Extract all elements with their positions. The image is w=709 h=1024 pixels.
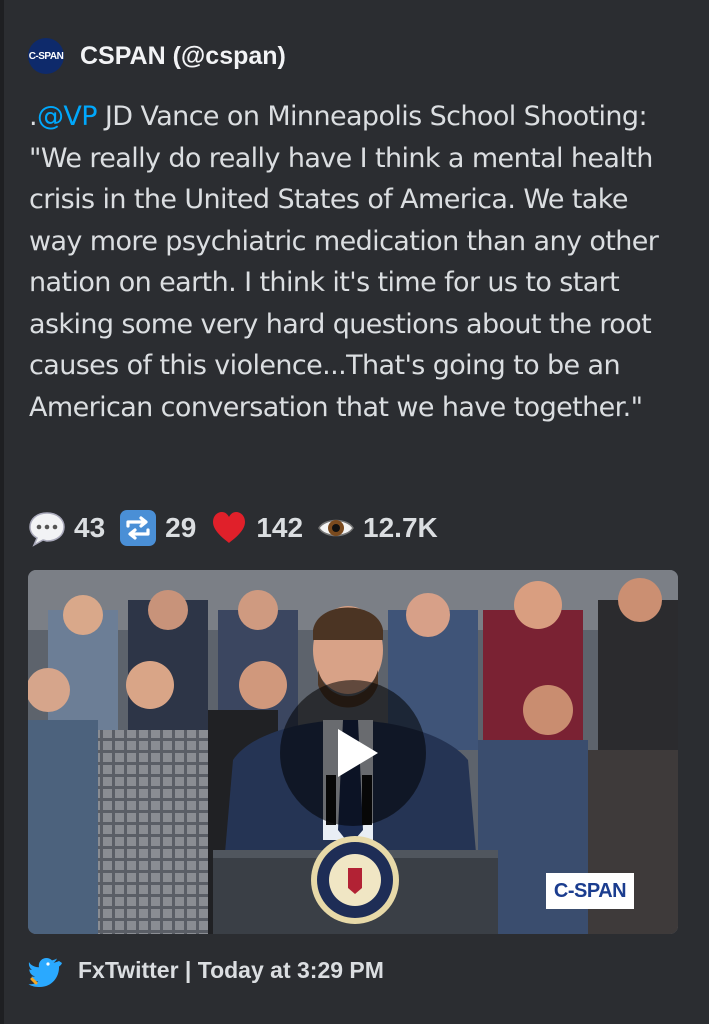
author-name[interactable]: CSPAN (@cspan) xyxy=(80,42,286,71)
likes-count: 142 xyxy=(256,512,304,543)
retweets-stat: 29 xyxy=(119,509,196,547)
tweet-prefix: . xyxy=(29,101,38,132)
play-icon xyxy=(338,729,378,777)
repeat-icon xyxy=(120,510,157,546)
podium xyxy=(213,836,498,934)
views-stat: 12.7K xyxy=(317,509,438,547)
speech-bubble-icon xyxy=(29,512,65,547)
replies-count: 43 xyxy=(74,512,106,543)
tweet-embed: C-SPAN CSPAN (@cspan) .@VP JD Vance on M… xyxy=(0,0,709,1024)
video-thumbnail[interactable]: C-SPAN xyxy=(28,570,678,934)
heart-icon xyxy=(213,512,246,543)
likes-stat: 142 xyxy=(210,509,303,547)
footer-text: FxTwitter | Today at 3:29 PM xyxy=(78,956,384,983)
replies-stat: 43 xyxy=(28,509,105,547)
views-count: 12.7K xyxy=(363,512,438,543)
tweet-stats: 43 29 142 12.7K xyxy=(28,508,452,548)
play-button[interactable] xyxy=(280,680,426,826)
tweet-body: JD Vance on Minneapolis School Shooting:… xyxy=(29,101,659,423)
tweet-text: .@VP JD Vance on Minneapolis School Shoo… xyxy=(29,96,669,428)
fxtwitter-bird-icon xyxy=(28,958,62,987)
retweets-count: 29 xyxy=(165,512,197,543)
embed-author[interactable]: C-SPAN CSPAN (@cspan) xyxy=(28,38,286,74)
eye-icon xyxy=(318,519,354,537)
mention-link[interactable]: @VP xyxy=(37,101,98,132)
embed-footer: FxTwitter | Today at 3:29 PM xyxy=(28,952,384,988)
cspan-avatar[interactable]: C-SPAN xyxy=(28,38,64,74)
cspan-watermark: C-SPAN xyxy=(546,873,634,909)
